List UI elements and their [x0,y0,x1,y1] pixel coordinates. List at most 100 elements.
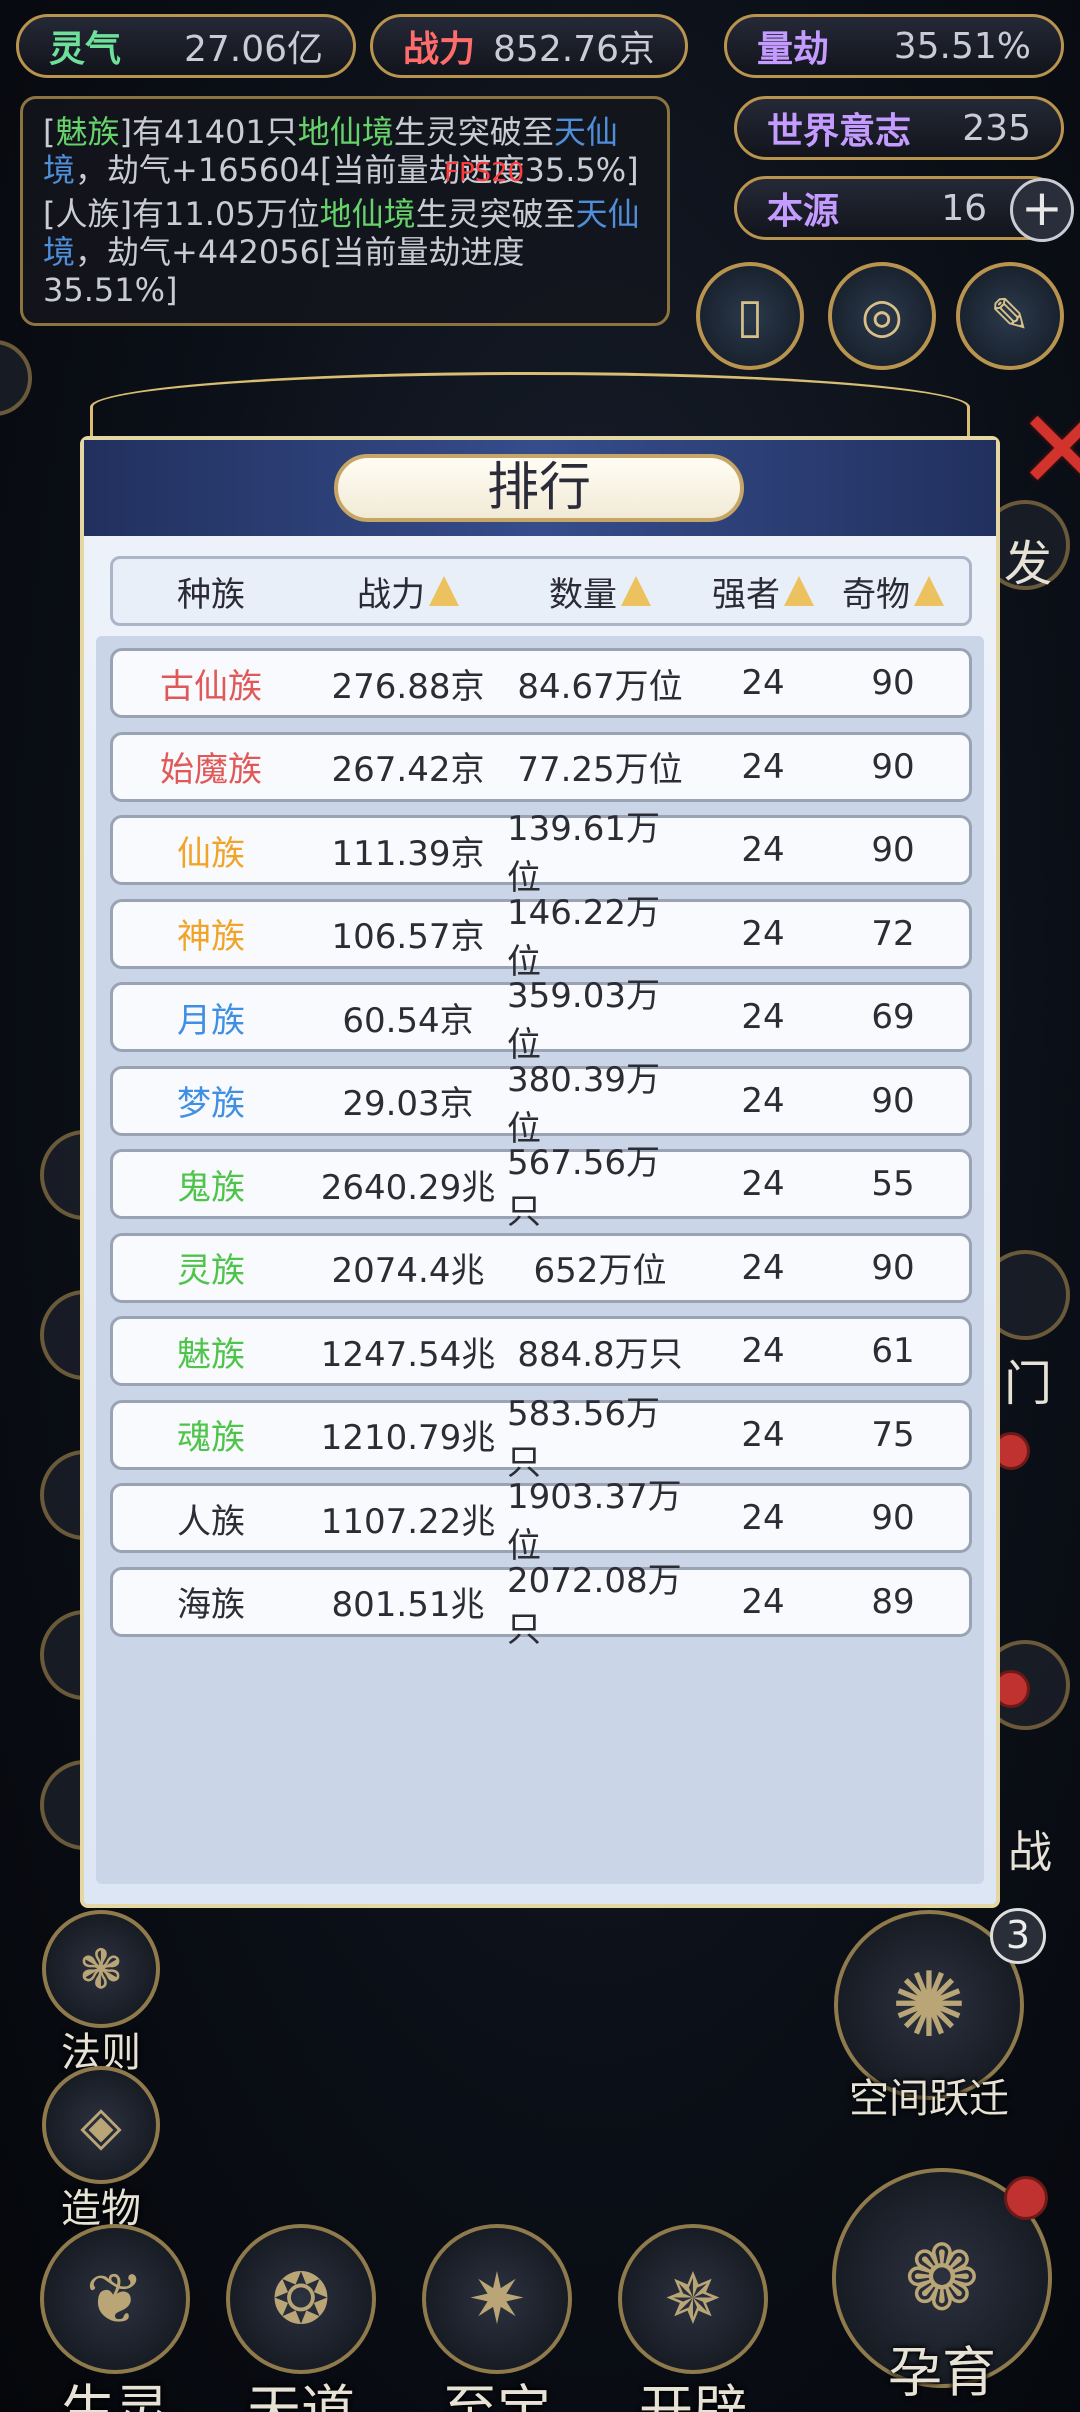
race-name: 魅族 [177,1334,245,1375]
add-origin-button[interactable]: + [1010,178,1074,242]
stat-world-label: 世界意志 [767,110,912,152]
ranking-row[interactable]: 仙族 111.39京 139.61万位 24 90 [110,809,972,898]
right-side-label: 战 [1008,1827,1052,1878]
stat-lingqi: 灵气 27.06亿 [16,14,356,78]
stat-world-will[interactable]: 世界意志 235 [734,96,1064,160]
ranking-row[interactable]: 鬼族 2640.29兆 567.56万只 24 55 [110,1143,972,1232]
race-name: 古仙族 [160,666,262,707]
swirl-icon: ❂ [226,2224,376,2374]
count-value: 884.8万只 [517,1334,683,1375]
count-value: 77.25万位 [517,750,683,790]
card-icon[interactable]: ▯ [696,262,804,370]
strong-value: 24 [741,1414,785,1455]
power-value: 1247.54兆 [320,1334,496,1375]
ranking-row[interactable]: 灵族 2074.4兆 652万位 24 90 [110,1232,972,1303]
stat-lingqi-value: 27.06亿 [183,29,323,70]
menu-law[interactable]: ❃ 法则 [42,1910,160,2078]
ranking-row[interactable]: 魂族 1210.79兆 583.56万只 24 75 [110,1394,972,1483]
header-count-sort[interactable]: 数量 [507,567,693,616]
ranking-row[interactable]: 魅族 1247.54兆 884.8万只 24 61 [110,1316,972,1386]
log-entry: [魅族]有41401只地仙境生灵突破至天仙境，劫气+165604[当前量劫进度3… [43,113,639,189]
power-value: 106.57京 [331,917,485,957]
left-edge-icon[interactable] [0,340,32,416]
strong-value: 24 [741,1080,785,1121]
power-value: 60.54京 [342,1000,474,1041]
items-value: 61 [871,1331,915,1371]
strong-value: 24 [741,830,785,870]
nav-treasure[interactable]: ✷ 至宝 [422,2224,572,2412]
power-value: 29.03京 [342,1084,474,1124]
race-name: 灵族 [177,1251,245,1291]
race-name: 仙族 [177,833,245,874]
scroll-icon[interactable]: ✎ [956,262,1064,370]
ranking-row[interactable]: 神族 106.57京 146.22万位 24 72 [110,893,972,982]
items-value: 90 [871,830,915,870]
header-strong-sort[interactable]: 强者 [693,567,833,616]
header-race: 种族 [177,574,245,615]
power-value: 111.39京 [331,833,485,874]
race-name: 始魔族 [160,750,262,790]
race-name: 月族 [177,1000,245,1041]
race-name: 海族 [177,1585,245,1625]
ranking-list: 古仙族 276.88京 84.67万位 24 90 始魔族 267.42京 77.25万位 24… [96,636,984,1884]
strong-value: 24 [741,997,785,1037]
blade-icon: ✵ [618,2224,768,2374]
count-value: 2072.08万只 [507,1560,682,1650]
ranking-row[interactable]: 海族 801.51兆 2072.08万只 24 89 [110,1561,972,1650]
items-value: 55 [871,1164,915,1204]
items-value: 90 [871,746,915,787]
ranking-row[interactable]: 古仙族 276.88京 84.67万位 24 90 [110,648,972,718]
race-name: 梦族 [177,1084,245,1124]
power-value: 267.42京 [331,750,485,790]
items-value: 90 [871,1247,915,1288]
sort-arrow-icon [621,576,651,606]
strong-value: 24 [741,1247,785,1288]
law-icon: ❃ [42,1910,160,2028]
stat-zhanli-value: 852.76京 [493,29,655,70]
stat-lingqi-label: 灵气 [49,28,122,70]
header-items-sort[interactable]: 奇物 [833,567,953,616]
flame-icon: ✷ [422,2224,572,2374]
strong-value: 24 [741,663,785,703]
stat-zhanli-label: 战力 [403,28,476,70]
items-value: 90 [871,663,915,703]
count-value: 84.67万位 [517,666,683,707]
close-x-icon[interactable]: ✕ [1016,395,1080,505]
stat-liangjie-label: 量劫 [757,28,830,70]
notification-dot [1004,2176,1048,2220]
strong-value: 24 [741,746,785,787]
fps-counter: FPS20 [444,158,525,188]
stat-liangjie[interactable]: 量劫 35.51% [724,14,1064,78]
strong-value: 24 [741,913,785,954]
strong-value: 24 [741,1581,785,1622]
items-value: 72 [871,913,915,954]
power-value: 276.88京 [331,666,485,707]
sort-arrow-icon [914,576,944,606]
nav-life-label: 生灵 [61,2379,169,2412]
strong-value: 24 [741,1498,785,1538]
ranking-row[interactable]: 人族 1107.22兆 1903.37万位 24 90 [110,1477,972,1566]
ranking-row[interactable]: 梦族 29.03京 380.39万位 24 90 [110,1060,972,1149]
ranking-row[interactable]: 月族 60.54京 359.03万位 24 69 [110,976,972,1065]
items-value: 90 [871,1498,915,1538]
items-value: 90 [871,1080,915,1121]
header-power-sort[interactable]: 战力 [309,567,507,616]
ranking-row[interactable]: 始魔族 267.42京 77.25万位 24 90 [110,731,972,802]
stat-zhanli: 战力 852.76京 [370,14,688,78]
power-value: 1210.79兆 [320,1418,496,1458]
nav-open[interactable]: ✵ 开辟 [618,2224,768,2412]
right-side-label: 门 [1004,1356,1053,1412]
race-name: 神族 [177,917,245,957]
orbit-icon[interactable]: ◎ [828,262,936,370]
stat-liangjie-value: 35.51% [893,25,1031,67]
race-name: 鬼族 [177,1167,245,1208]
space-jump-badge: 3 [990,1908,1046,1964]
log-entry: [人族]有11.05万位地仙境生灵突破至天仙境，劫气+442056[当前量劫进度… [43,195,640,309]
menu-create[interactable]: ◈ 造物 [42,2066,160,2234]
phoenix-icon: ❦ [40,2224,190,2374]
create-icon: ◈ [42,2066,160,2184]
modal-decoration-arc [90,372,970,442]
nav-nurture-label: 孕育 [888,2341,996,2404]
nav-life[interactable]: ❦ 生灵 [40,2224,190,2412]
nav-dao[interactable]: ❂ 天道 [226,2224,376,2412]
